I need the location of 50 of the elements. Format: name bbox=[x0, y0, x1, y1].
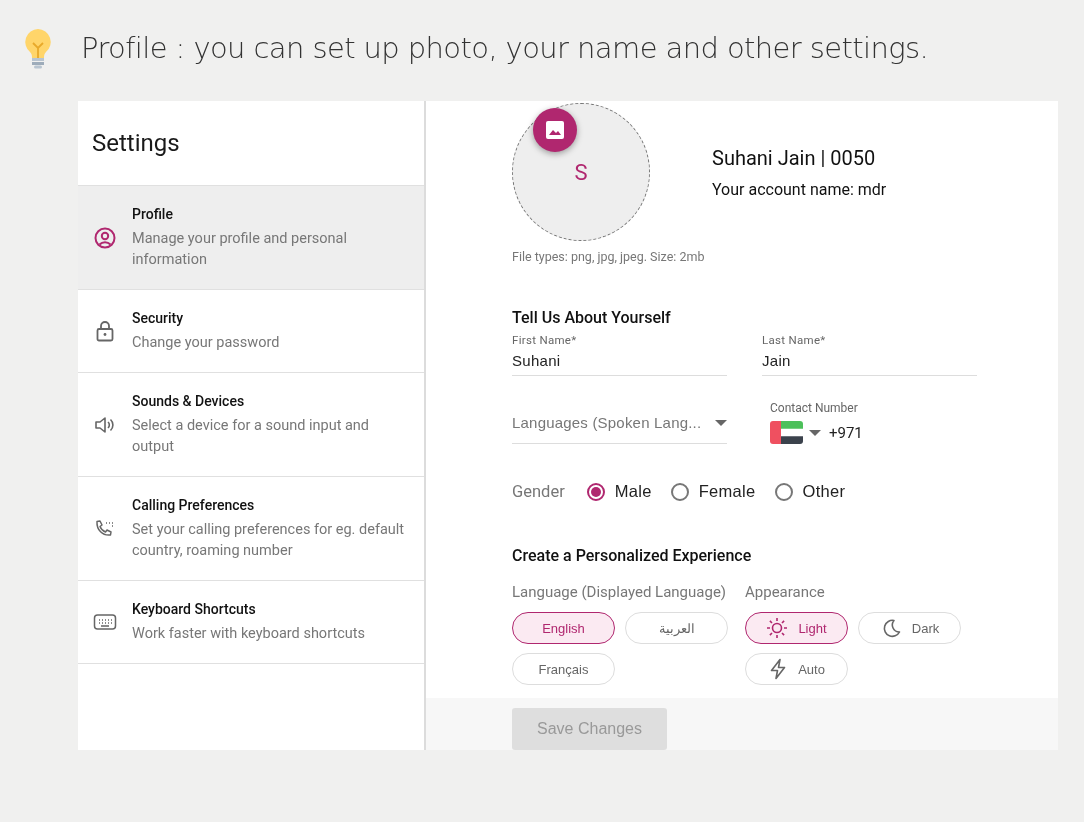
section-heading: Create a Personalized Experience bbox=[512, 546, 753, 565]
item-title: Calling Preferences bbox=[132, 496, 256, 513]
language-option[interactable]: العربية bbox=[625, 612, 728, 644]
item-description: Select a device for a sound input and output bbox=[132, 415, 371, 457]
sidebar-item[interactable]: Calling Preferences Set your calling preferences for eg. default country, roaming number bbox=[78, 477, 424, 581]
item-description: Set your calling preferences for eg. default country, roaming number bbox=[132, 519, 406, 561]
item-description: Change your password bbox=[132, 332, 280, 353]
last-name-field[interactable]: Jain bbox=[762, 352, 977, 369]
sidebar-item[interactable]: Keyboard Shortcuts Work faster with keyboard shortcuts bbox=[78, 581, 424, 664]
group-label: Appearance bbox=[745, 583, 826, 601]
country-selector[interactable] bbox=[770, 421, 821, 444]
gender-label: Gender bbox=[512, 482, 565, 501]
field-label: First Name* bbox=[512, 333, 578, 347]
user-name: Suhani Jain | 0050 bbox=[712, 145, 877, 170]
item-title: Keyboard Shortcuts bbox=[132, 600, 257, 617]
gender-radio[interactable]: Male bbox=[586, 482, 652, 501]
language-option[interactable]: Français bbox=[512, 653, 615, 685]
appearance-option[interactable]: Light bbox=[745, 612, 848, 644]
language-option[interactable]: English bbox=[512, 612, 615, 644]
item-description: Work faster with keyboard shortcuts bbox=[132, 623, 365, 644]
first-name-field[interactable]: Suhani bbox=[512, 352, 727, 369]
user-circle-icon bbox=[93, 226, 117, 249]
sidebar-item[interactable]: Profile Manage your profile and personal information bbox=[78, 186, 424, 290]
field-label: Last Name* bbox=[762, 333, 827, 347]
item-description: Manage your profile and personal information bbox=[132, 228, 348, 270]
item-title: Profile bbox=[132, 205, 174, 222]
speaker-icon bbox=[93, 414, 117, 435]
file-types-note: File types: png, jpg, jpeg. Size: 2mb bbox=[512, 249, 706, 264]
field-label: Contact Number bbox=[770, 401, 859, 415]
hint-text: Profile : you can set up photo, your name and other settings. bbox=[81, 31, 929, 65]
caret-icon bbox=[715, 419, 727, 426]
keyboard-icon bbox=[93, 612, 117, 632]
avatar-initial: S bbox=[574, 159, 588, 185]
gender-radio[interactable]: Other bbox=[774, 482, 846, 501]
sun-icon bbox=[766, 617, 789, 639]
item-title: Security bbox=[132, 309, 185, 326]
sidebar-item[interactable]: Security Change your password bbox=[78, 290, 424, 373]
sidebar-item[interactable]: Sounds & Devices Select a device for a sound input and output bbox=[78, 373, 424, 477]
caret-icon bbox=[809, 429, 821, 436]
section-heading: Tell Us About Yourself bbox=[512, 308, 672, 327]
gender-radio[interactable]: Female bbox=[670, 482, 756, 501]
group-label: Language (Displayed Language) bbox=[512, 583, 728, 601]
account-name: Your account name: mdr bbox=[712, 179, 887, 199]
flag-icon bbox=[770, 421, 803, 444]
phone-code: +971 bbox=[829, 423, 863, 442]
image-icon bbox=[545, 120, 565, 140]
languages-dropdown[interactable]: Languages (Spoken Lang... bbox=[512, 412, 727, 444]
appearance-option[interactable]: Auto bbox=[745, 653, 848, 685]
appearance-option[interactable]: Dark bbox=[858, 612, 961, 644]
item-title: Sounds & Devices bbox=[132, 392, 246, 409]
